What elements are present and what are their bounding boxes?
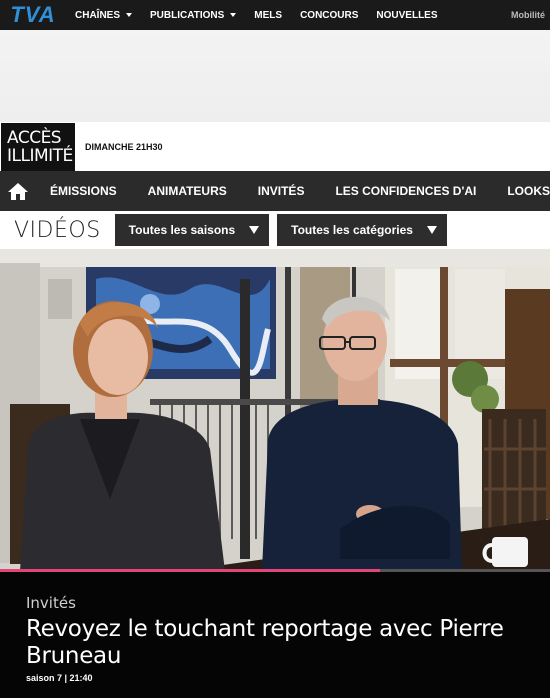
video-meta: saison 7 | 21:40 — [26, 673, 93, 683]
tva-topbar: TVA CHAÎNES PUBLICATIONS MELS CONCOURS N… — [0, 0, 550, 30]
topnav-nouvelles[interactable]: NOUVELLES — [367, 0, 446, 30]
nav-emissions[interactable]: ÉMISSIONS — [50, 171, 117, 211]
nav-looks[interactable]: LOOKS — [507, 171, 550, 211]
topnav-chaines[interactable]: CHAÎNES — [66, 0, 141, 30]
topnav-publications[interactable]: PUBLICATIONS — [141, 0, 245, 30]
home-icon[interactable] — [0, 171, 36, 211]
video-caption: Invités Revoyez le touchant reportage av… — [0, 572, 550, 698]
tva-logo-text: TVA — [10, 2, 56, 27]
tva-topnav: CHAÎNES PUBLICATIONS MELS CONCOURS NOUVE… — [66, 0, 447, 30]
show-logo-line1: ACCÈS — [7, 127, 62, 148]
tva-logo[interactable]: TVA — [0, 0, 66, 30]
video-frame-image — [0, 249, 550, 571]
ad-banner-space — [0, 30, 550, 122]
show-logo[interactable]: ACCÈS ILLIMITÉ — [1, 122, 75, 171]
show-logo-line2: ILLIMITÉ — [7, 145, 73, 166]
videos-filter-row: VIDÉOS Toutes les saisons Toutes les cat… — [0, 211, 550, 249]
chevron-down-icon — [126, 13, 133, 17]
caret-down-icon — [249, 226, 260, 234]
video-title[interactable]: Revoyez le touchant reportage avec Pierr… — [26, 616, 526, 670]
nav-invites[interactable]: INVITÉS — [258, 171, 305, 211]
caret-down-icon — [426, 226, 437, 234]
mobility-link[interactable]: Mobilité — [511, 0, 545, 30]
video-category[interactable]: Invités — [26, 594, 550, 612]
airtime-label: DIMANCHE 21H30 — [85, 141, 163, 152]
nav-confidences[interactable]: LES CONFIDENCES D'AI — [335, 171, 476, 211]
seasons-dropdown-label: Toutes les saisons — [128, 223, 236, 237]
show-main-nav: ÉMISSIONS ANIMATEURS INVITÉS LES CONFIDE… — [0, 171, 550, 211]
videos-title: VIDÉOS — [14, 217, 101, 243]
topnav-mels[interactable]: MELS — [245, 0, 291, 30]
show-header: ACCÈS ILLIMITÉ DIMANCHE 21H30 — [0, 122, 550, 171]
categories-dropdown[interactable]: Toutes les catégories — [277, 214, 447, 246]
categories-dropdown-label: Toutes les catégories — [291, 223, 413, 237]
home-icon-svg — [7, 182, 28, 200]
video-player[interactable] — [0, 249, 550, 571]
seasons-dropdown[interactable]: Toutes les saisons — [114, 214, 270, 246]
nav-animateurs[interactable]: ANIMATEURS — [148, 171, 227, 211]
topnav-concours[interactable]: CONCOURS — [291, 0, 367, 30]
chevron-down-icon — [230, 13, 237, 17]
